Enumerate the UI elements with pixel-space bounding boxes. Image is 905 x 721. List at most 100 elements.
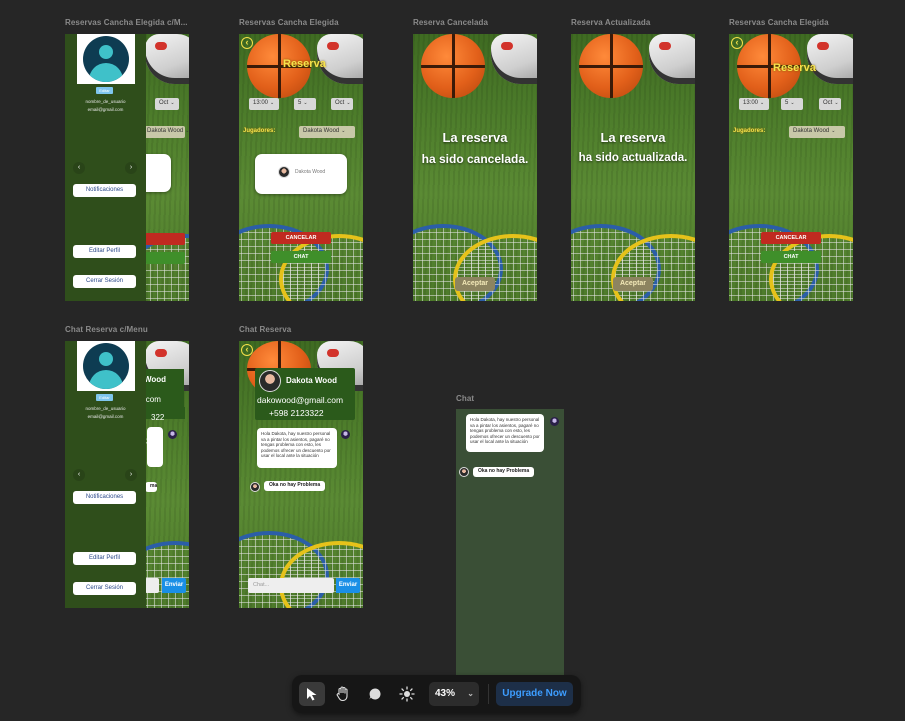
frame-label-reservas-2[interactable]: Reservas Cancha Elegida [729, 18, 829, 27]
chevron-right-icon[interactable]: › [125, 162, 137, 174]
chevron-left-icon[interactable]: ‹ [73, 469, 85, 481]
edit-profile-button[interactable]: Editar Perfil [73, 245, 136, 258]
user-icon [99, 352, 113, 366]
upgrade-button[interactable]: Upgrade Now [496, 682, 573, 706]
contact-phone[interactable]: +598 2123322 [269, 408, 324, 418]
accept-button[interactable]: Aceptar [455, 277, 495, 291]
chat-button[interactable]: CHAT [271, 251, 331, 263]
frame-reservas-2[interactable]: ‹ Reserva 13:00 ⌄ 5 ⌄ Oct ⌄ Jugadores: Dako… [729, 34, 853, 301]
back-arrow-icon[interactable]: ‹ [241, 344, 253, 356]
player-name: Dakota Wood [295, 169, 326, 175]
outgoing-message: Oka no hay Problema [473, 467, 535, 477]
chat-button[interactable]: CHAT [761, 251, 821, 263]
chat-input[interactable]: Chat... [248, 578, 334, 593]
people-select[interactable]: 5 ⌄ [781, 98, 803, 110]
notifications-button[interactable]: Notificaciones [73, 184, 136, 197]
reserva-title: Reserva [773, 62, 816, 74]
update-msg-line1: La reserva [600, 130, 666, 145]
username-text: nombre_de_usuario [85, 99, 126, 104]
send-button[interactable]: Enviar [336, 578, 360, 593]
time-select[interactable]: 13:00 ⌄ [739, 98, 769, 110]
chevron-right-icon[interactable]: › [125, 469, 137, 481]
chevron-down-icon: ⌄ [467, 689, 474, 698]
player-avatar [278, 166, 290, 178]
time-select[interactable]: 13:00 ⌄ [249, 98, 279, 110]
player-select[interactable]: Dakota Wood ⌄ [789, 126, 845, 138]
move-tool-icon[interactable] [299, 682, 325, 706]
sneaker-image [145, 34, 189, 84]
chat-button[interactable] [145, 252, 185, 264]
frame-reservas[interactable]: ‹ Reserva 13:00 ⌄ 5 ⌄ Oct ⌄ Jugadores: Dako… [239, 34, 363, 301]
cancel-button[interactable]: CANCELAR [761, 232, 821, 244]
contact-avatar [168, 430, 177, 439]
frame-label-cancelada[interactable]: Reserva Cancelada [413, 18, 488, 27]
side-menu: Editar nombre_de_usuario email@gmail.com… [65, 34, 146, 301]
update-msg-line2: ha sido actualizada. [578, 152, 688, 164]
toolbar-divider [488, 684, 489, 704]
month-select[interactable]: Oct ⌄ [331, 98, 353, 110]
chevron-left-icon[interactable]: ‹ [73, 162, 85, 174]
basketball-image [579, 34, 643, 98]
cancel-msg-line2: ha sido cancelada. [421, 152, 529, 166]
edit-photo-badge[interactable]: Editar [96, 394, 113, 401]
hand-tool-icon[interactable] [330, 682, 356, 706]
notifications-button[interactable]: Notificaciones [73, 491, 136, 504]
frame-chat-reserva[interactable]: ‹ Dakota Wood dakowood@gmail.com +598 21… [239, 341, 363, 608]
player-card[interactable]: Dakota Wood [255, 154, 347, 194]
contact-phone-row: 322 [145, 407, 185, 422]
side-menu: Editar nombre_de_usuario email@gmail.com… [65, 341, 146, 608]
cancel-button[interactable] [145, 233, 185, 245]
profile-photo[interactable] [77, 341, 135, 391]
contact-name: Dakota Wood [286, 376, 337, 385]
cancel-button[interactable]: CANCELAR [271, 232, 331, 244]
comment-tool-icon[interactable] [362, 682, 388, 706]
people-select[interactable]: 5 ⌄ [294, 98, 316, 110]
player-select[interactable]: Dakota Wood ⌄ [143, 126, 189, 138]
outgoing-message: Oka no hay Problema [264, 481, 326, 491]
sneaker-image [649, 34, 695, 84]
cancel-msg-line1: La reserva [442, 130, 508, 145]
edit-profile-button[interactable]: Editar Perfil [73, 552, 136, 565]
player-select[interactable]: Dakota Wood ⌄ [299, 126, 355, 138]
back-arrow-icon[interactable]: ‹ [241, 37, 253, 49]
contact-avatar-small [341, 430, 350, 439]
contact-email[interactable]: dakowood@gmail.com [257, 395, 343, 405]
contact-avatar[interactable] [259, 370, 281, 392]
frame-chat[interactable]: Hola Dakota, hay nuestro personal va a p… [456, 409, 564, 679]
email-text: email@gmail.com [87, 414, 124, 419]
logout-button[interactable]: Cerrar Sesión [73, 275, 136, 288]
frame-label-actualizada[interactable]: Reserva Actualizada [571, 18, 650, 27]
frame-label-chat-menu[interactable]: Chat Reserva c/Menu [65, 325, 148, 334]
month-select[interactable]: Oct ⌄ [155, 98, 179, 110]
frame-cancelada[interactable]: La reserva ha sido cancelada. Aceptar [413, 34, 537, 301]
frame-actualizada[interactable]: La reserva ha sido actualizada. Aceptar [571, 34, 695, 301]
incoming-message [147, 427, 163, 467]
frame-label-reservas[interactable]: Reservas Cancha Elegida [239, 18, 339, 27]
user-avatar [459, 467, 469, 477]
chat-input[interactable] [145, 578, 159, 593]
players-label: Jugadores: [733, 128, 766, 134]
edit-photo-badge[interactable]: Editar [96, 87, 113, 94]
zoom-select[interactable]: 43% ⌄ [429, 682, 479, 706]
sneaker-image [491, 34, 537, 84]
logout-button[interactable]: Cerrar Sesión [73, 582, 136, 595]
theme-toggle-icon[interactable] [394, 682, 420, 706]
incoming-message: Hola Dakota, hay nuestro personal va a p… [466, 414, 544, 452]
sneaker-image [807, 34, 853, 84]
send-button[interactable]: Enviar [162, 578, 186, 593]
profile-photo[interactable] [77, 34, 135, 84]
contact-name: Wood [144, 375, 167, 384]
frame-label-reservas-menu[interactable]: Reservas Cancha Elegida c/M... [65, 18, 188, 27]
frame-chat-menu[interactable]: Wood il.com 322 322 ma Enviar Editar nom… [65, 341, 189, 608]
frame-label-chat-reserva[interactable]: Chat Reserva [239, 325, 291, 334]
design-canvas: Reservas Cancha Elegida c/M... Reservas … [0, 0, 905, 721]
month-select[interactable]: Oct ⌄ [819, 98, 841, 110]
user-icon [99, 45, 113, 59]
players-label: Jugadores: [243, 128, 276, 134]
back-arrow-icon[interactable]: ‹ [731, 37, 743, 49]
contact-header: Dakota Wood dakowood@gmail.com +598 2123… [255, 368, 355, 420]
frame-label-chat[interactable]: Chat [456, 394, 474, 403]
outgoing-message: ma [145, 482, 157, 492]
accept-button[interactable]: Aceptar [613, 277, 653, 291]
frame-reservas-menu[interactable]: Oct ⌄ Dakota Wood ⌄ Editar nombre_de_usuar… [65, 34, 189, 301]
